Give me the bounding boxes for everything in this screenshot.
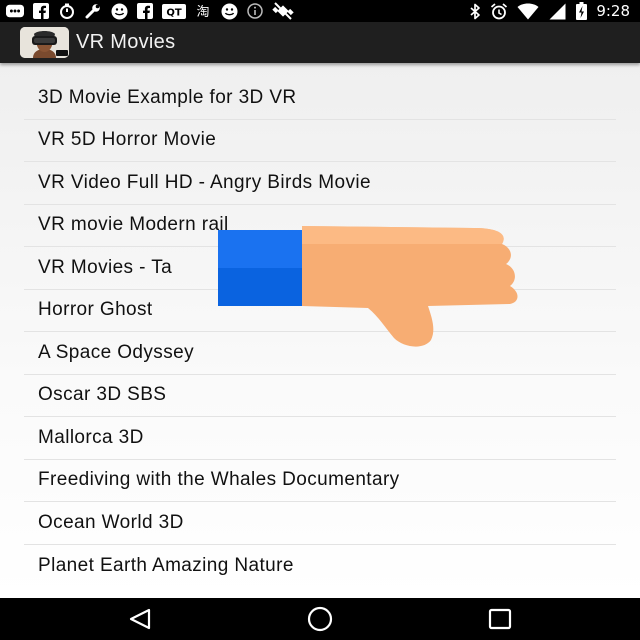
app-title: VR Movies	[76, 31, 176, 53]
back-button[interactable]	[110, 598, 170, 640]
system-icons: 9:28	[469, 2, 630, 20]
list-item[interactable]: 3D Movie Example for 3D VR	[24, 77, 616, 120]
smiley-icon	[220, 3, 238, 19]
list-item[interactable]: VR 5D Horror Movie	[24, 120, 616, 162]
wifi-icon	[517, 3, 539, 19]
qt-label: QT	[166, 7, 182, 18]
home-button[interactable]	[290, 598, 350, 640]
battery-charging-icon	[575, 2, 587, 20]
list-item[interactable]: Mallorca 3D	[24, 417, 616, 460]
alarm-icon	[490, 2, 508, 19]
list-item[interactable]: VR Video Full HD - Angry Birds Movie	[24, 162, 616, 205]
app-bar: VR Movies	[0, 22, 640, 63]
taobao-icon: 淘	[194, 3, 212, 19]
no-satellite-icon	[272, 2, 294, 20]
taobao-label: 淘	[196, 5, 209, 19]
home-icon	[307, 606, 333, 632]
bluetooth-icon	[469, 3, 481, 19]
list-item[interactable]: Oscar 3D SBS	[24, 375, 616, 417]
stopwatch-icon	[58, 3, 76, 19]
facebook-icon	[136, 3, 154, 19]
info-icon	[246, 3, 264, 19]
chat-icon	[6, 3, 24, 19]
vr-headset-app-icon[interactable]	[20, 27, 69, 58]
back-icon	[129, 608, 151, 630]
notification-icons: QT 淘	[6, 2, 294, 20]
navigation-bar	[0, 598, 640, 640]
status-bar: QT 淘 9:28	[0, 0, 640, 22]
facebook-icon	[32, 3, 50, 19]
recents-button[interactable]	[470, 598, 530, 640]
list-item[interactable]: Planet Earth Amazing Nature	[24, 545, 616, 588]
smiley-icon	[110, 3, 128, 19]
recents-icon	[488, 608, 512, 630]
screen: QT 淘 9:28 VR Movies 3D Movie Example for…	[0, 0, 640, 640]
signal-icon	[548, 3, 566, 19]
wrench-icon	[84, 3, 102, 19]
list-item[interactable]: Freediving with the Whales Documentary	[24, 460, 616, 502]
list-item[interactable]: Ocean World 3D	[24, 502, 616, 545]
thumbs-down-icon[interactable]	[218, 222, 524, 352]
status-time: 9:28	[596, 2, 630, 20]
qt-icon: QT	[162, 3, 186, 19]
